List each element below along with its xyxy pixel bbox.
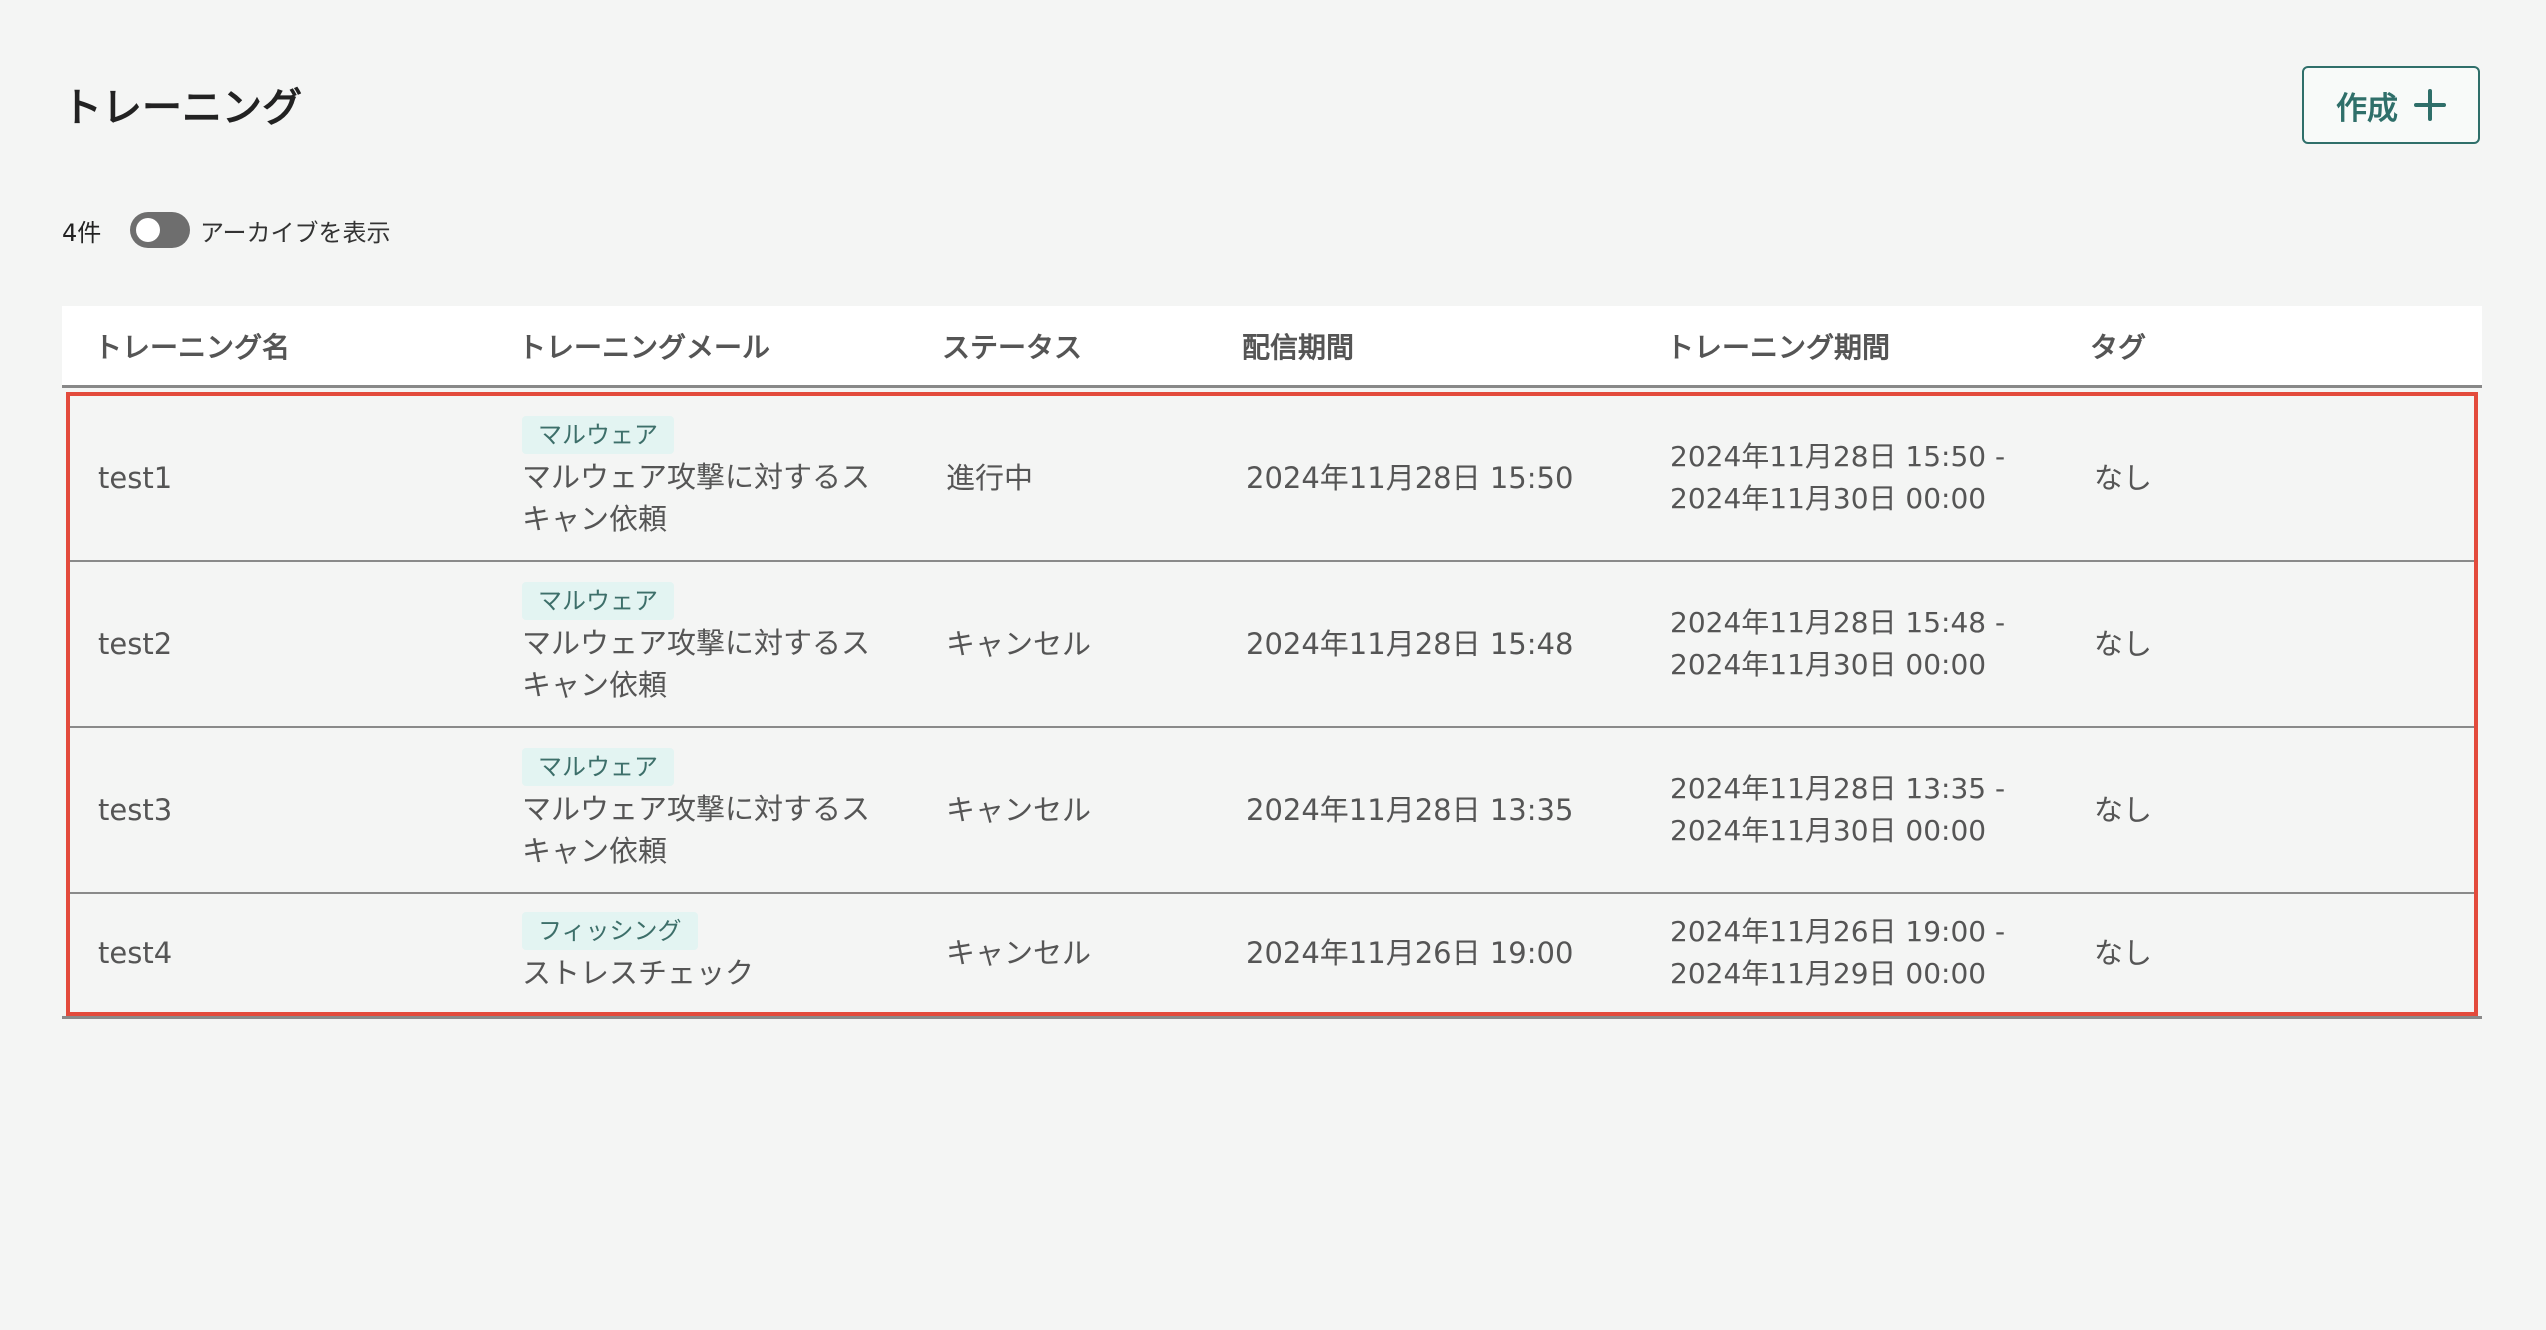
period-end: 2024年11月30日 00:00 — [1670, 482, 1987, 515]
mail-name: マルウェア攻撃に対するスキャン依頼 — [522, 792, 871, 868]
table-row[interactable]: test1 マルウェア マルウェア攻撃に対するスキャン依頼 進行中 2024年1… — [70, 396, 2474, 562]
mail-category-badge: マルウェア — [522, 416, 674, 454]
header-tag[interactable]: タグ — [2090, 326, 2146, 366]
training-period: 2024年11月28日 13:35 - 2024年11月30日 00:00 — [1670, 768, 2005, 852]
toggle-knob — [136, 218, 160, 242]
training-name[interactable]: test3 — [98, 789, 172, 831]
delivery-period: 2024年11月28日 13:35 — [1246, 793, 1574, 827]
period-start: 2024年11月28日 13:35 - — [1670, 772, 2006, 805]
mail-name: マルウェア攻撃に対するスキャン依頼 — [522, 626, 871, 702]
header-status[interactable]: ステータス — [942, 326, 1082, 366]
header-training-period[interactable]: トレーニング期間 — [1666, 326, 1890, 366]
status: キャンセル — [946, 936, 1092, 970]
training-period: 2024年11月28日 15:48 - 2024年11月30日 00:00 — [1670, 602, 2005, 686]
tag: なし — [2094, 936, 2153, 970]
delivery-period: 2024年11月28日 15:50 — [1246, 461, 1574, 495]
header-delivery-period[interactable]: 配信期間 — [1242, 326, 1354, 366]
table-row[interactable]: test3 マルウェア マルウェア攻撃に対するスキャン依頼 キャンセル 2024… — [70, 728, 2474, 894]
training-page: トレーニング 作成 4件 アーカイブを表示 トレーニング名 トレーニングメール … — [0, 0, 2546, 1330]
period-end: 2024年11月29日 00:00 — [1670, 957, 1987, 990]
create-button-label: 作成 — [2336, 90, 2398, 127]
plus-icon — [2414, 89, 2446, 121]
mail-category-badge: マルウェア — [522, 582, 674, 620]
create-button[interactable]: 作成 — [2302, 66, 2480, 144]
status: キャンセル — [946, 793, 1092, 827]
delivery-period: 2024年11月26日 19:00 — [1246, 936, 1574, 970]
training-name[interactable]: test2 — [98, 623, 172, 665]
table-row[interactable]: test4 フィッシング ストレスチェック キャンセル 2024年11月26日 … — [70, 894, 2474, 1012]
mail-category-badge: フィッシング — [522, 912, 698, 950]
table-bottom-divider — [62, 1016, 2482, 1019]
filter-bar: 4件 アーカイブを表示 — [62, 208, 391, 252]
status: キャンセル — [946, 627, 1092, 661]
status: 進行中 — [946, 461, 1034, 495]
training-name[interactable]: test4 — [98, 932, 172, 974]
mail-name: マルウェア攻撃に対するスキャン依頼 — [522, 460, 871, 536]
table-header: トレーニング名 トレーニングメール ステータス 配信期間 トレーニング期間 タグ — [62, 306, 2482, 388]
page-title: トレーニング — [62, 85, 302, 131]
training-table: トレーニング名 トレーニングメール ステータス 配信期間 トレーニング期間 タグ… — [62, 306, 2482, 1019]
period-end: 2024年11月30日 00:00 — [1670, 648, 1987, 681]
header-training-name[interactable]: トレーニング名 — [94, 326, 290, 366]
delivery-period: 2024年11月28日 15:48 — [1246, 627, 1574, 661]
mail-name: ストレスチェック — [522, 956, 755, 990]
tag: なし — [2094, 461, 2153, 495]
period-start: 2024年11月28日 15:48 - — [1670, 606, 2006, 639]
archive-toggle-label[interactable]: アーカイブを表示 — [200, 213, 391, 248]
tag: なし — [2094, 793, 2153, 827]
training-name[interactable]: test1 — [98, 457, 172, 499]
result-count: 4件 — [62, 218, 102, 247]
period-end: 2024年11月30日 00:00 — [1670, 814, 1987, 847]
period-start: 2024年11月26日 19:00 - — [1670, 915, 2006, 948]
training-mail: マルウェア マルウェア攻撃に対するスキャン依頼 — [522, 416, 882, 540]
table-body: test1 マルウェア マルウェア攻撃に対するスキャン依頼 進行中 2024年1… — [66, 392, 2478, 1016]
training-mail: マルウェア マルウェア攻撃に対するスキャン依頼 — [522, 582, 882, 706]
archive-toggle[interactable] — [130, 212, 190, 248]
header-training-mail[interactable]: トレーニングメール — [518, 326, 770, 366]
training-mail: マルウェア マルウェア攻撃に対するスキャン依頼 — [522, 748, 882, 872]
table-row[interactable]: test2 マルウェア マルウェア攻撃に対するスキャン依頼 キャンセル 2024… — [70, 562, 2474, 728]
training-period: 2024年11月26日 19:00 - 2024年11月29日 00:00 — [1670, 911, 2005, 995]
tag: なし — [2094, 627, 2153, 661]
training-mail: フィッシング ストレスチェック — [522, 912, 882, 994]
period-start: 2024年11月28日 15:50 - — [1670, 440, 2006, 473]
training-period: 2024年11月28日 15:50 - 2024年11月30日 00:00 — [1670, 436, 2005, 520]
mail-category-badge: マルウェア — [522, 748, 674, 786]
